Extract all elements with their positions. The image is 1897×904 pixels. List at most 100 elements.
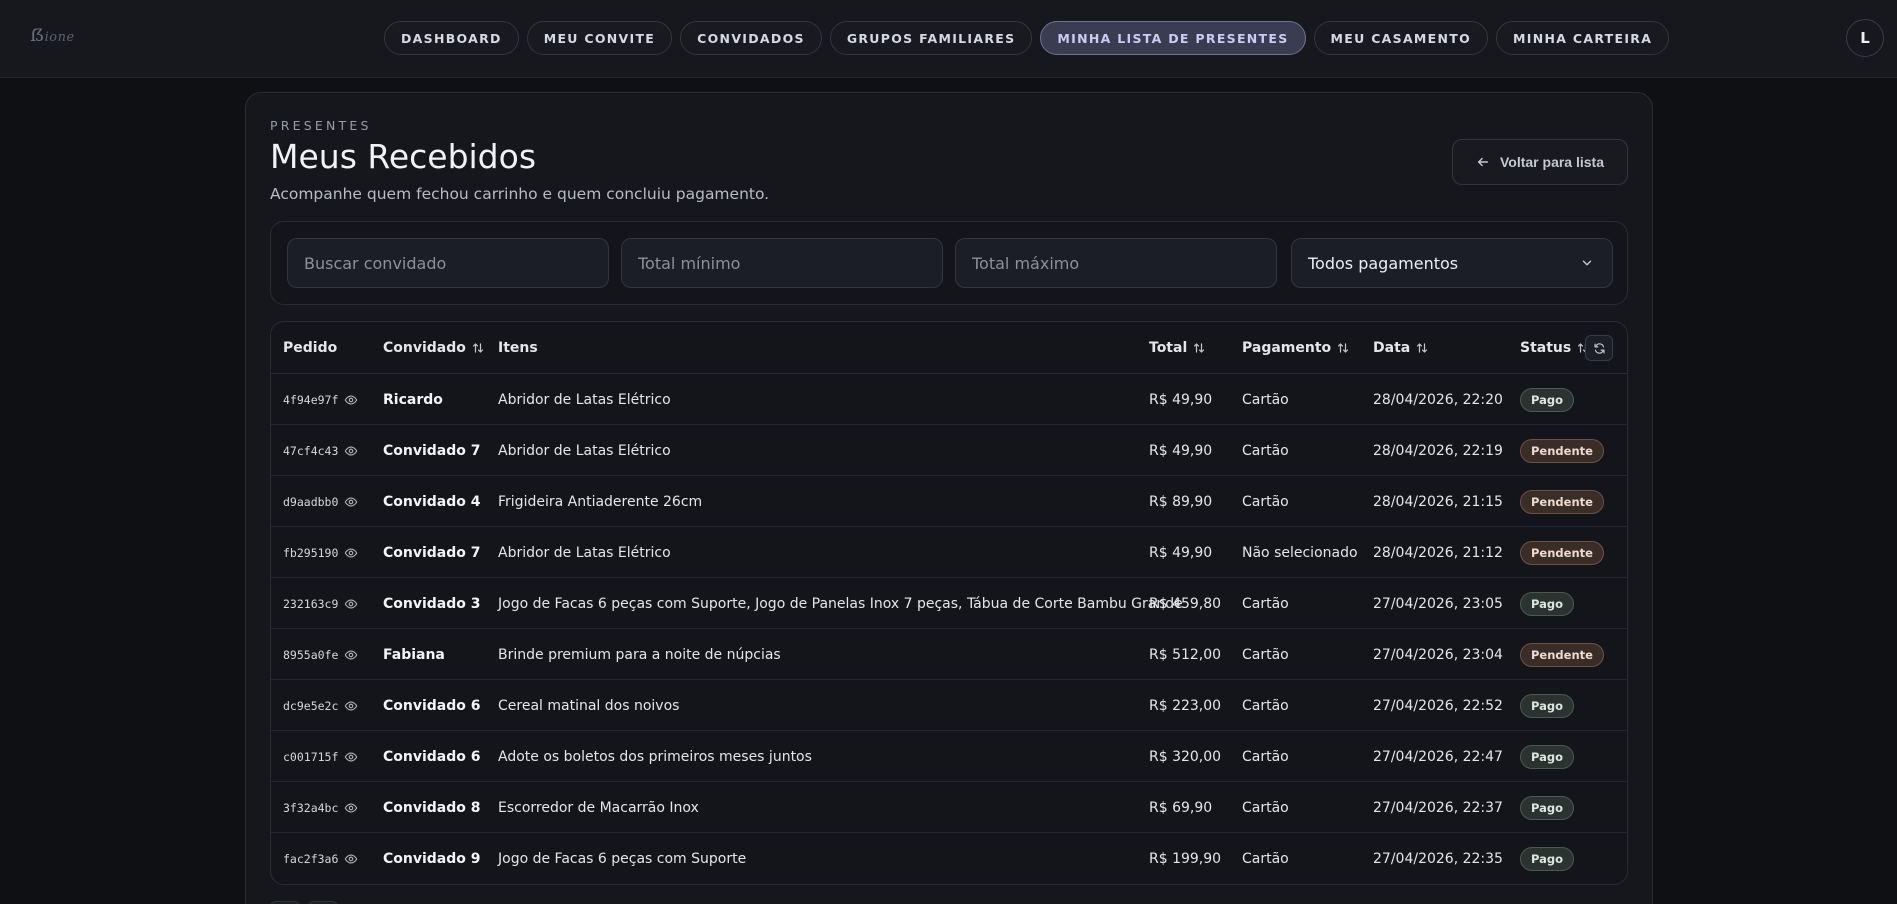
nav-convidados[interactable]: CONVIDADOS <box>680 21 822 55</box>
cell-pedido: dc9e5e2c <box>283 680 358 731</box>
table-row[interactable]: 47cf4c43 Convidado 7 Abridor de Latas Elét… <box>271 425 1627 476</box>
top-bar: ẞione DASHBOARD MEU CONVITE CONVIDADOS GRUP… <box>0 0 1897 78</box>
eye-icon[interactable] <box>344 393 358 407</box>
filters-panel: Todos pagamentos <box>270 221 1628 305</box>
cell-pagamento: Cartão <box>1242 493 1289 510</box>
nav-dashboard[interactable]: DASHBOARD <box>384 21 519 55</box>
table-row[interactable]: fac2f3a6 Convidado 9 Jogo de Facas 6 peças… <box>271 833 1627 884</box>
table-row[interactable]: 4f94e97f Ricardo Abridor de Latas Elétrico… <box>271 374 1627 425</box>
table-body: 4f94e97f Ricardo Abridor de Latas Elétrico… <box>271 374 1627 884</box>
order-id: 8955a0fe <box>283 647 339 662</box>
table-row[interactable]: dc9e5e2c Convidado 6 Cereal matinal dos no… <box>271 680 1627 731</box>
cell-data: 27/04/2026, 22:37 <box>1373 799 1503 816</box>
received-gifts-card: PRESENTES Meus Recebidos Acompanhe quem … <box>245 92 1653 904</box>
nav-minha-carteira[interactable]: MINHA CARTEIRA <box>1496 21 1670 55</box>
cell-pagamento: Cartão <box>1242 442 1289 459</box>
refresh-button[interactable] <box>1585 335 1613 361</box>
cell-status: Pendente <box>1520 629 1604 680</box>
cell-convidado: Convidado 9 <box>383 850 481 867</box>
cell-total: R$ 89,90 <box>1149 493 1213 510</box>
cell-convidado: Convidado 3 <box>383 595 481 612</box>
col-pagamento[interactable]: Pagamento <box>1242 322 1349 374</box>
col-data[interactable]: Data <box>1373 322 1428 374</box>
eye-icon[interactable] <box>344 546 358 560</box>
nav-meu-convite[interactable]: MEU CONVITE <box>526 21 673 55</box>
back-to-list-button[interactable]: Voltar para lista <box>1452 139 1628 185</box>
order-id: dc9e5e2c <box>283 698 339 713</box>
eye-icon[interactable] <box>344 699 358 713</box>
status-badge: Pago <box>1520 795 1575 820</box>
cell-pagamento: Cartão <box>1242 697 1289 714</box>
col-convidado[interactable]: Convidado <box>383 322 484 374</box>
eye-icon[interactable] <box>344 801 358 815</box>
cell-status: Pago <box>1520 578 1575 629</box>
cell-itens: Brinde premium para a noite de núpcias <box>498 646 781 663</box>
cell-total: R$ 223,00 <box>1149 697 1222 714</box>
col-total[interactable]: Total <box>1149 322 1205 374</box>
cell-pagamento: Cartão <box>1242 850 1289 867</box>
cell-itens: Abridor de Latas Elétrico <box>498 544 671 561</box>
orders-table: Pedido Convidado Itens Total Pagamento D… <box>270 321 1628 885</box>
page-title: Meus Recebidos <box>270 137 537 176</box>
cell-convidado: Fabiana <box>383 646 445 663</box>
cell-status: Pago <box>1520 680 1575 731</box>
avatar[interactable]: L <box>1846 19 1884 57</box>
chevron-down-icon <box>1582 260 1592 266</box>
sort-icon <box>1417 343 1428 353</box>
cell-status: Pendente <box>1520 476 1604 527</box>
cell-convidado: Convidado 7 <box>383 442 481 459</box>
page-subtitle: Acompanhe quem fechou carrinho e quem co… <box>270 185 770 203</box>
cell-data: 27/04/2026, 22:52 <box>1373 697 1503 714</box>
table-row[interactable]: fb295190 Convidado 7 Abridor de Latas Elét… <box>271 527 1627 578</box>
cell-pagamento: Cartão <box>1242 646 1289 663</box>
refresh-icon <box>1593 342 1605 354</box>
table-row[interactable]: d9aadbb0 Convidado 4 Frigideira Antiaderen… <box>271 476 1627 527</box>
status-badge: Pago <box>1520 693 1575 718</box>
cell-convidado: Convidado 6 <box>383 748 481 765</box>
cell-total: R$ 69,90 <box>1149 799 1213 816</box>
search-guest-input[interactable] <box>287 238 609 288</box>
order-id: 232163c9 <box>283 596 339 611</box>
table-row[interactable]: 3f32a4bc Convidado 8 Escorredor de Macarrã… <box>271 782 1627 833</box>
status-badge: Pendente <box>1520 540 1604 565</box>
max-total-input[interactable] <box>955 238 1277 288</box>
arrow-left-icon <box>1477 157 1489 167</box>
logo[interactable]: ẞione <box>30 26 74 48</box>
order-id: 4f94e97f <box>283 392 339 407</box>
payment-filter-select[interactable]: Todos pagamentos <box>1291 238 1613 288</box>
eye-icon[interactable] <box>344 597 358 611</box>
table-row[interactable]: 8955a0fe Fabiana Brinde premium para a noi… <box>271 629 1627 680</box>
nav-meu-casamento[interactable]: MEU CASAMENTO <box>1313 21 1489 55</box>
min-total-input[interactable] <box>621 238 943 288</box>
eye-icon[interactable] <box>344 648 358 662</box>
cell-status: Pendente <box>1520 527 1604 578</box>
cell-pagamento: Cartão <box>1242 748 1289 765</box>
eye-icon[interactable] <box>344 444 358 458</box>
sort-icon <box>1338 343 1349 353</box>
nav-grupos-familiares[interactable]: GRUPOS FAMILIARES <box>829 21 1033 55</box>
eye-icon[interactable] <box>344 852 358 866</box>
cell-pedido: d9aadbb0 <box>283 476 358 527</box>
status-badge: Pago <box>1520 591 1575 616</box>
cell-pedido: 3f32a4bc <box>283 782 358 833</box>
table-row[interactable]: c001715f Convidado 6 Adote os boletos dos … <box>271 731 1627 782</box>
eye-icon[interactable] <box>344 750 358 764</box>
payment-filter-value: Todos pagamentos <box>1308 253 1459 273</box>
cell-convidado: Ricardo <box>383 391 443 408</box>
nav-minha-lista-de-presentes[interactable]: MINHA LISTA DE PRESENTES <box>1040 21 1306 55</box>
cell-pedido: 47cf4c43 <box>283 425 358 476</box>
sort-icon <box>1194 343 1205 353</box>
cell-convidado: Convidado 4 <box>383 493 481 510</box>
cell-pedido: c001715f <box>283 731 358 782</box>
cell-itens: Frigideira Antiaderente 26cm <box>498 493 703 510</box>
cell-convidado: Convidado 8 <box>383 799 481 816</box>
cell-total: R$ 49,90 <box>1149 544 1213 561</box>
status-badge: Pendente <box>1520 489 1604 514</box>
cell-convidado: Convidado 7 <box>383 544 481 561</box>
cell-itens: Jogo de Facas 6 peças com Suporte <box>498 850 747 867</box>
cell-pagamento: Cartão <box>1242 391 1289 408</box>
col-itens-label: Itens <box>498 340 538 356</box>
col-status[interactable]: Status <box>1520 322 1589 374</box>
table-row[interactable]: 232163c9 Convidado 3 Jogo de Facas 6 peças… <box>271 578 1627 629</box>
eye-icon[interactable] <box>344 495 358 509</box>
